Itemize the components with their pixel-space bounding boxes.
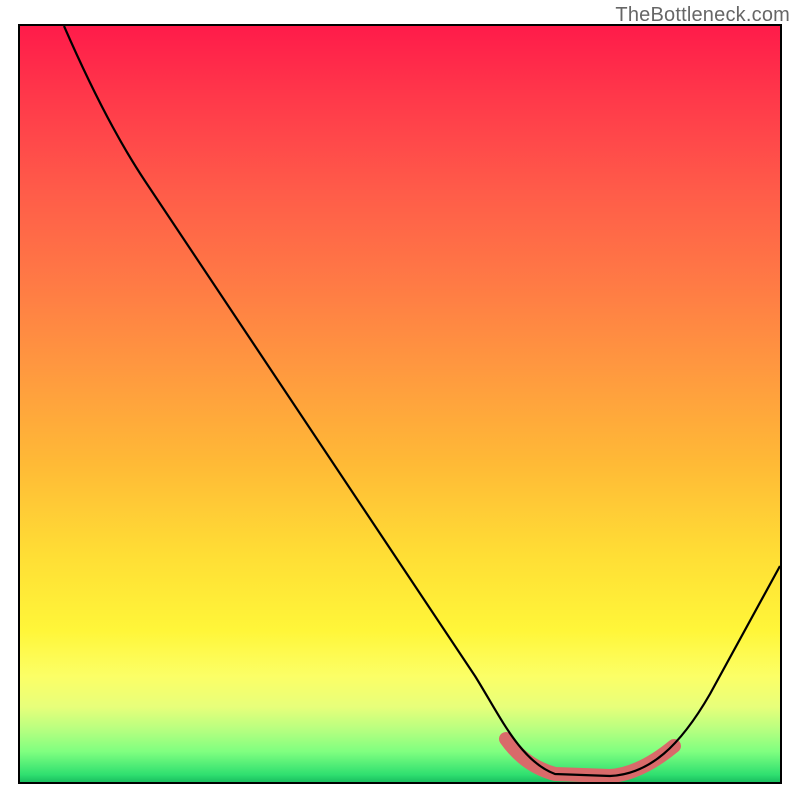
bottleneck-curve	[64, 26, 780, 776]
chart-frame	[18, 24, 782, 784]
watermark-text: TheBottleneck.com	[615, 4, 790, 27]
chart-svg	[20, 26, 780, 782]
